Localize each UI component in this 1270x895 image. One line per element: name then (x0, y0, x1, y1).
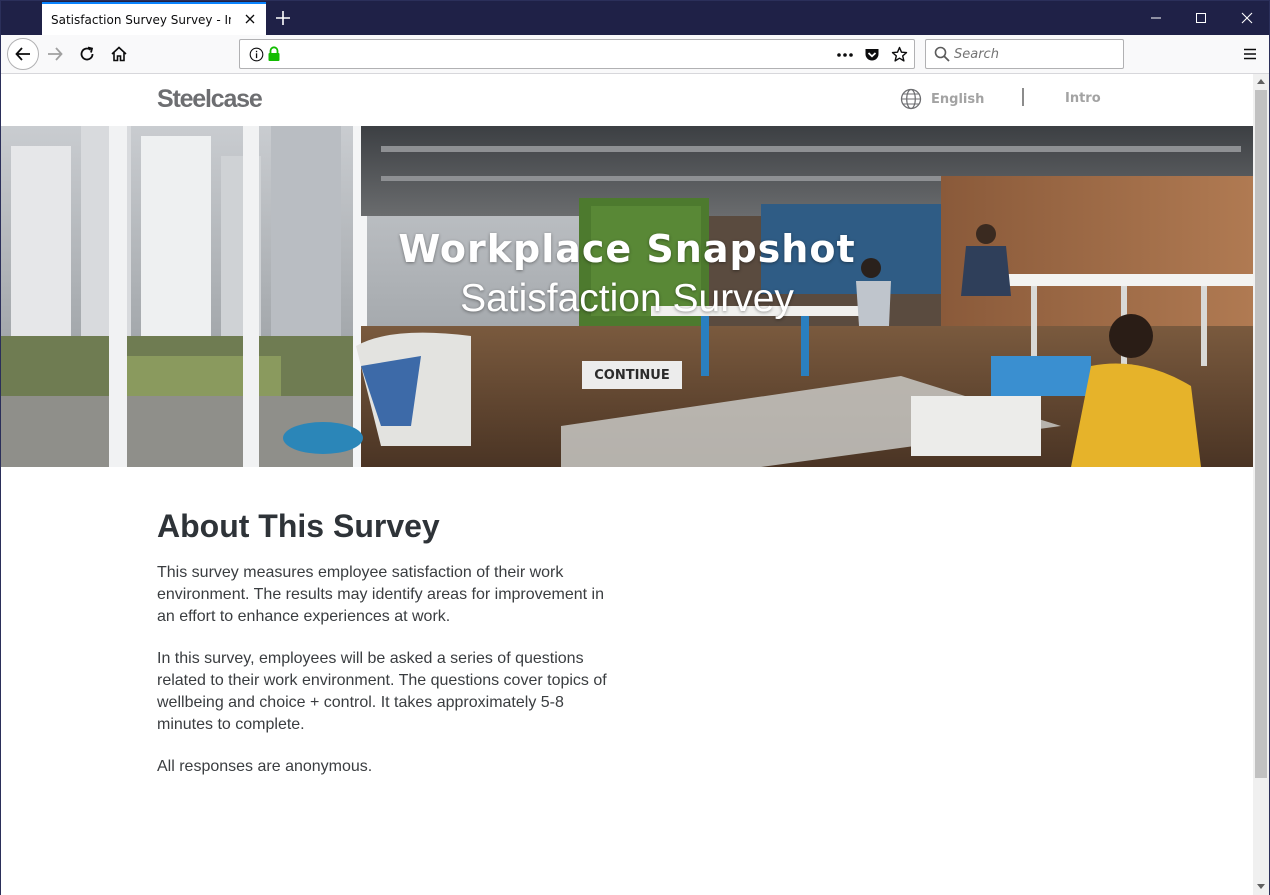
hero-subtitle: Satisfaction Survey (460, 277, 794, 320)
home-icon (111, 46, 127, 62)
forward-button[interactable] (41, 40, 69, 68)
scroll-up-icon[interactable] (1257, 78, 1265, 84)
continue-button[interactable]: CONTINUE (582, 361, 682, 389)
nav-toolbar (1, 35, 1269, 74)
page-viewport: Steelcase English Intro Workplace Snapsh… (1, 74, 1253, 895)
steelcase-logo[interactable]: Steelcase (157, 85, 263, 114)
reload-button[interactable] (73, 40, 101, 68)
lock-icon[interactable] (267, 46, 281, 62)
search-icon (934, 46, 950, 62)
nav-intro-link[interactable]: Intro (1065, 91, 1101, 106)
forward-arrow-icon (48, 47, 63, 61)
pocket-icon[interactable] (864, 47, 880, 63)
language-selector[interactable]: English (900, 88, 984, 110)
more-icon[interactable] (836, 52, 854, 58)
globe-icon (900, 88, 922, 110)
scrollbar-thumb[interactable] (1255, 90, 1267, 778)
site-header: Steelcase English Intro (1, 74, 1253, 126)
bookmark-star-icon[interactable] (891, 46, 908, 63)
about-paragraph-2: In this survey, employees will be asked … (157, 650, 607, 733)
menu-icon[interactable] (1243, 47, 1257, 61)
tab-title: Satisfaction Survey Survey - Introdu (51, 12, 231, 27)
minimize-icon[interactable] (1144, 7, 1168, 29)
titlebar: Satisfaction Survey Survey - Introdu (1, 1, 1269, 35)
tab-active[interactable]: Satisfaction Survey Survey - Introdu (42, 2, 266, 35)
vertical-scrollbar[interactable] (1253, 74, 1269, 895)
close-icon[interactable] (242, 11, 258, 27)
language-label: English (931, 91, 985, 107)
back-arrow-icon (15, 47, 30, 61)
back-button[interactable] (7, 38, 39, 70)
hero-banner: Workplace Snapshot Satisfaction Survey C… (1, 126, 1253, 467)
home-button[interactable] (105, 40, 133, 68)
about-paragraph-1: This survey measures employee satisfacti… (157, 564, 605, 625)
about-heading: About This Survey (157, 508, 440, 544)
search-bar[interactable] (925, 39, 1124, 69)
hero-title: Workplace Snapshot (398, 227, 856, 271)
maximize-icon[interactable] (1189, 7, 1213, 29)
url-bar[interactable] (239, 39, 915, 69)
search-input[interactable] (954, 40, 1119, 68)
plus-icon[interactable] (274, 9, 292, 27)
info-icon[interactable] (249, 47, 264, 62)
window-close-icon[interactable] (1235, 7, 1259, 29)
scroll-down-icon[interactable] (1257, 884, 1265, 890)
about-paragraph-3: All responses are anonymous. (157, 758, 373, 775)
browser-window: Satisfaction Survey Survey - Introdu (0, 0, 1270, 895)
reload-icon (80, 46, 94, 61)
nav-divider (1022, 88, 1024, 106)
